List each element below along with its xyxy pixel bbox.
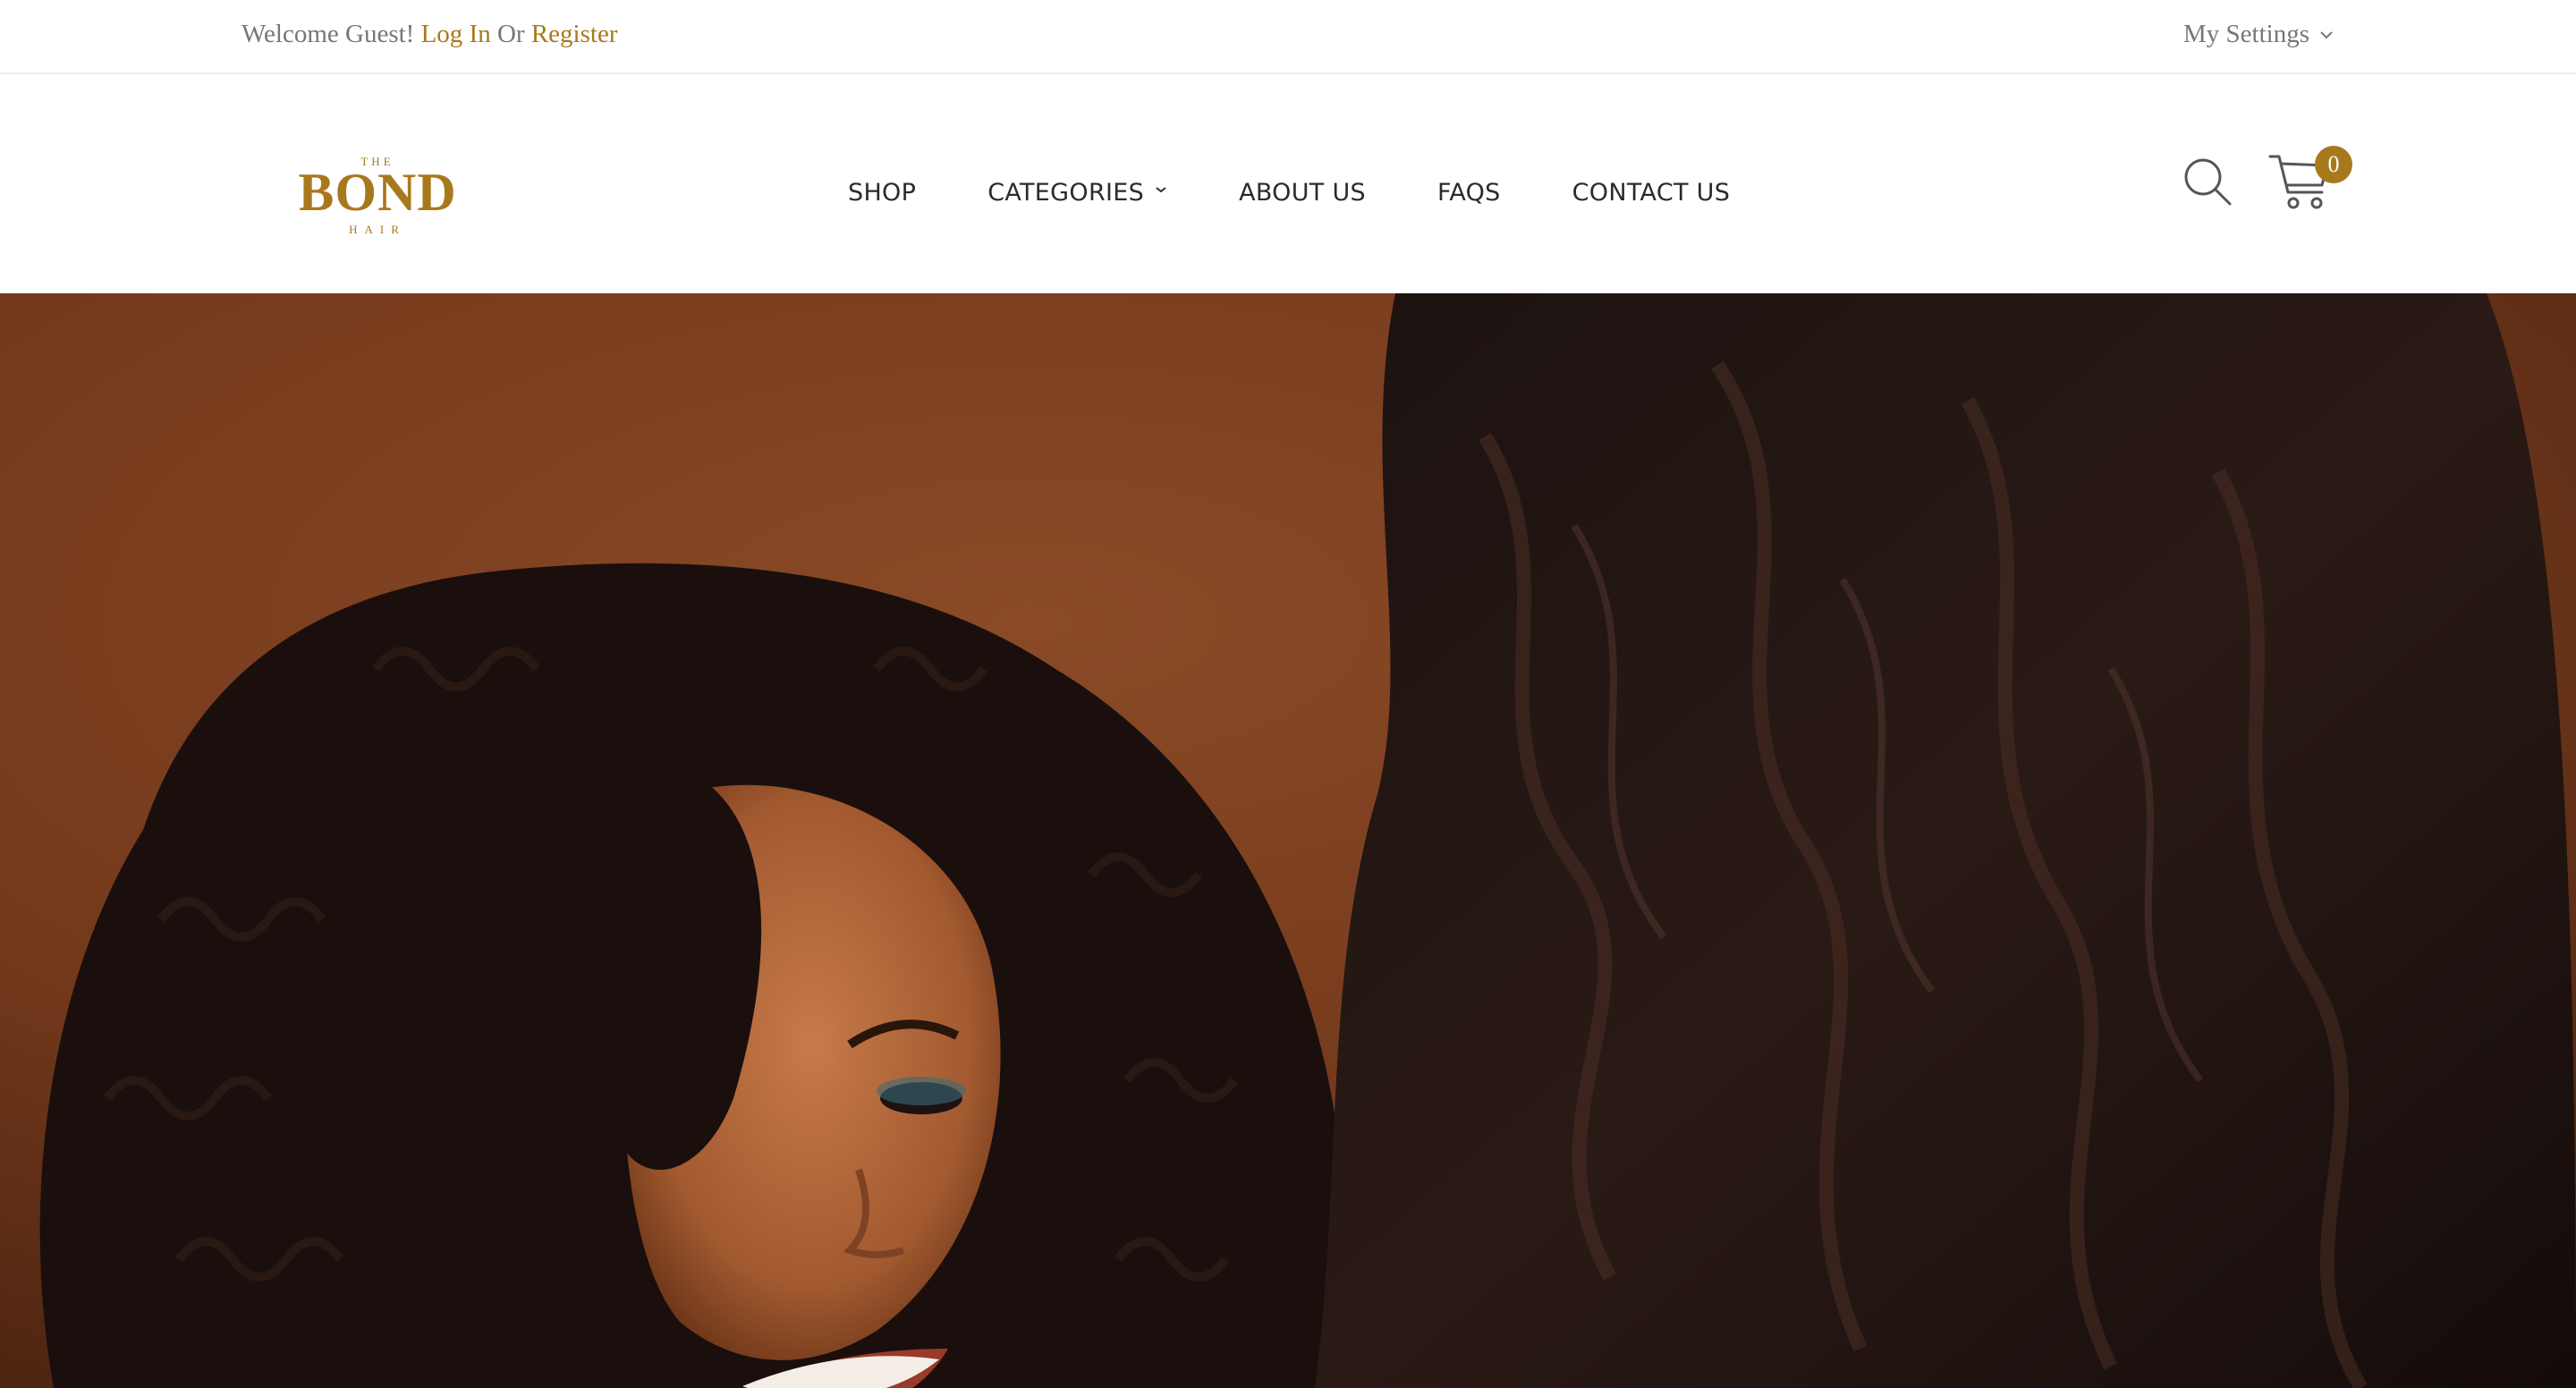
site-header: THE BOND HAIR SHOP CATEGORIES ABOUT US F… — [0, 74, 2576, 293]
main-navigation: SHOP CATEGORIES ABOUT US FAQS CONTACT US — [848, 175, 1730, 211]
settings-label: My Settings — [2183, 20, 2309, 48]
or-text: Or — [496, 20, 525, 48]
nav-item-label: CONTACT US — [1572, 179, 1731, 207]
logo-bottom-text: HAIR — [349, 223, 406, 236]
chevron-down-icon — [1156, 187, 1166, 193]
top-utility-bar: Welcome Guest! Log In Or Register My Set… — [0, 0, 2576, 74]
nav-item-label: CATEGORIES — [987, 179, 1145, 207]
hero-banner — [0, 293, 2576, 1388]
search-icon[interactable] — [2182, 157, 2233, 207]
brand-logo[interactable]: THE BOND HAIR — [288, 149, 467, 239]
chevron-down-icon — [2320, 30, 2333, 38]
nav-item-categories[interactable]: CATEGORIES — [987, 175, 1167, 211]
login-link[interactable]: Log In — [421, 20, 491, 48]
my-settings-dropdown[interactable]: My Settings — [2183, 20, 2334, 49]
nav-item-shop[interactable]: SHOP — [848, 175, 916, 211]
nav-item-label: ABOUT US — [1239, 179, 1366, 207]
hero-banner-image — [0, 293, 2576, 1388]
logo-main-text: BOND — [298, 163, 456, 222]
nav-item-label: FAQS — [1436, 179, 1501, 207]
register-link[interactable]: Register — [531, 20, 618, 48]
nav-item-label: SHOP — [848, 179, 917, 207]
nav-item-faqs[interactable]: FAQS — [1437, 175, 1501, 211]
welcome-text: Welcome Guest! — [242, 20, 415, 48]
nav-item-about-us[interactable]: ABOUT US — [1239, 175, 1366, 211]
welcome-message: Welcome Guest! Log In Or Register — [242, 20, 617, 49]
nav-item-contact-us[interactable]: CONTACT US — [1572, 175, 1731, 211]
cart-count-badge: 0 — [2315, 146, 2352, 183]
